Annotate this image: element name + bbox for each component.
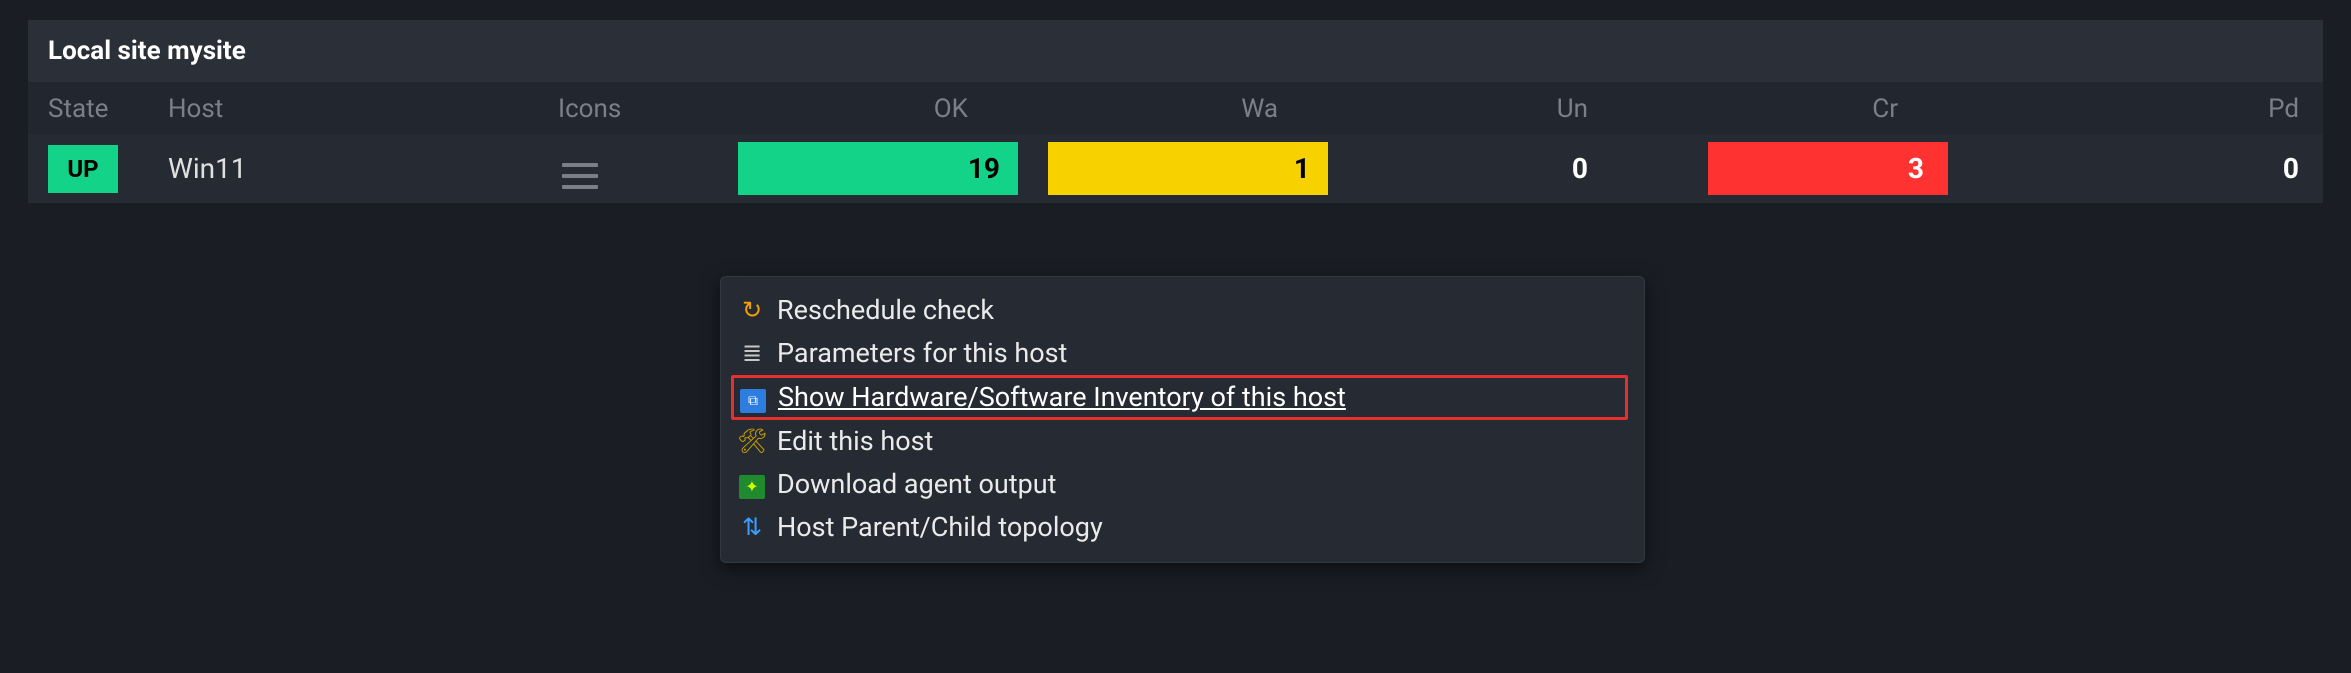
header-ok: OK — [708, 94, 1018, 124]
download-icon: ✦ — [737, 467, 767, 500]
count-crit[interactable]: 3 — [1708, 142, 1948, 195]
menu-label-reschedule: Reschedule check — [777, 293, 1622, 328]
reload-icon: ↻ — [737, 293, 767, 326]
host-table-panel: Local site mysite State Host Icons OK Wa… — [28, 20, 2323, 203]
menu-label-topology: Host Parent/Child topology — [777, 510, 1622, 545]
host-link[interactable]: Win11 — [168, 152, 247, 185]
menu-label-inventory: Show Hardware/Software Inventory of this… — [778, 380, 1621, 415]
host-context-menu: ↻ Reschedule check ≣ Parameters for this… — [720, 276, 1645, 563]
count-ok[interactable]: 19 — [738, 142, 1018, 195]
header-state: State — [48, 94, 168, 124]
table-header-row: State Host Icons OK Wa Un Cr Pd — [28, 82, 2323, 134]
inventory-icon: ⧉ — [738, 380, 768, 413]
table-row[interactable]: UP Win11 19 1 0 3 0 — [28, 134, 2323, 203]
menu-label-parameters: Parameters for this host — [777, 336, 1622, 371]
topology-icon: ⇅ — [737, 510, 767, 543]
menu-label-edit: Edit this host — [777, 424, 1622, 459]
count-pending[interactable]: 0 — [2265, 142, 2303, 195]
header-cr: Cr — [1638, 94, 1948, 124]
state-badge: UP — [48, 145, 118, 193]
count-unknown[interactable]: 0 — [1358, 142, 1638, 195]
burger-menu-icon[interactable] — [558, 159, 602, 193]
menu-item-inventory[interactable]: ⧉ Show Hardware/Software Inventory of th… — [731, 375, 1628, 420]
header-host: Host — [168, 94, 558, 124]
header-wa: Wa — [1018, 94, 1328, 124]
menu-label-download: Download agent output — [777, 467, 1622, 502]
wrench-icon: 🛠 — [737, 424, 767, 457]
count-warn[interactable]: 1 — [1048, 142, 1328, 195]
menu-item-parameters[interactable]: ≣ Parameters for this host — [731, 332, 1628, 375]
menu-item-edit[interactable]: 🛠 Edit this host — [731, 420, 1628, 463]
header-pd: Pd — [1948, 94, 2303, 124]
menu-item-topology[interactable]: ⇅ Host Parent/Child topology — [731, 506, 1628, 549]
header-un: Un — [1328, 94, 1638, 124]
sliders-icon: ≣ — [737, 336, 767, 369]
panel-title: Local site mysite — [28, 20, 2323, 82]
menu-item-download[interactable]: ✦ Download agent output — [731, 463, 1628, 506]
menu-item-reschedule[interactable]: ↻ Reschedule check — [731, 289, 1628, 332]
header-icons: Icons — [558, 94, 708, 124]
